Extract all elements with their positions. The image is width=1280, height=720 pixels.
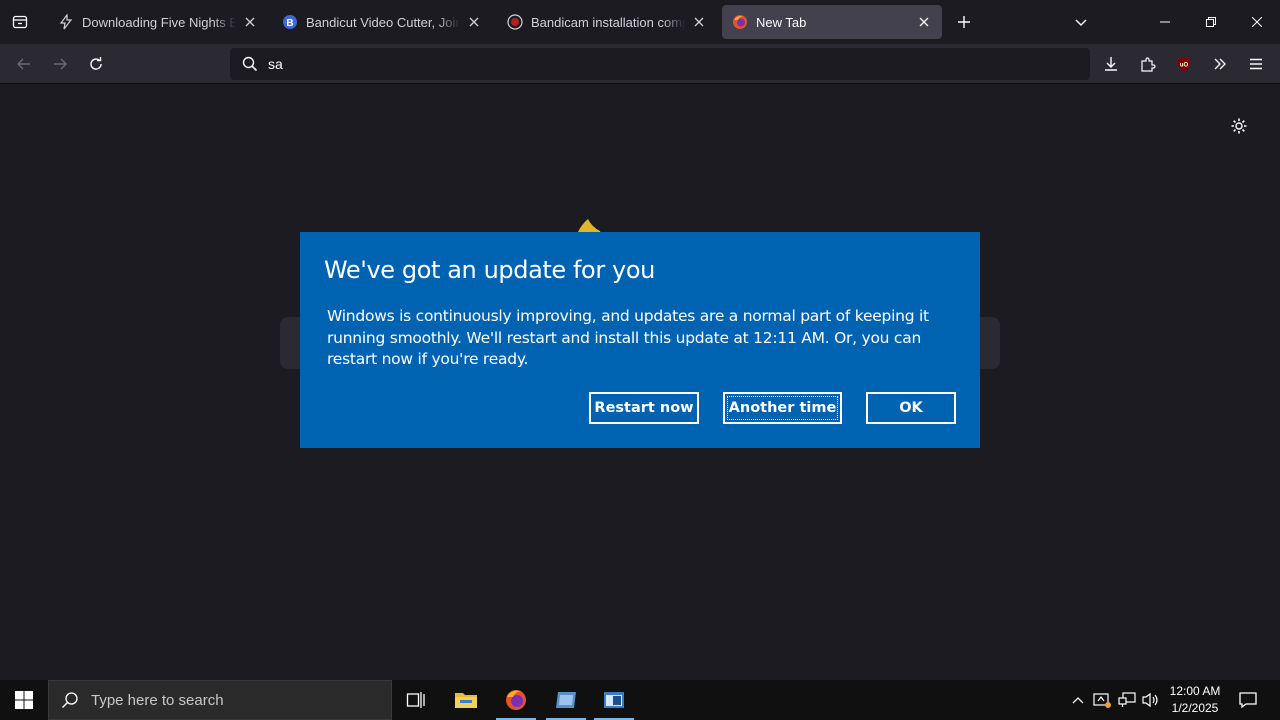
task-view-button[interactable] — [392, 680, 440, 720]
tab-downloading[interactable]: Downloading Five Nights Befor — [48, 5, 268, 39]
firefox-icon — [506, 690, 526, 710]
dialog-message: Windows is continuously improving, and u… — [327, 307, 929, 368]
ok-button[interactable]: OK — [866, 392, 956, 424]
windows-logo-icon — [15, 691, 33, 709]
tab-new-tab[interactable]: New Tab — [722, 5, 942, 39]
taskbar-bandicam[interactable] — [590, 680, 638, 720]
search-icon — [62, 692, 78, 708]
tab-strip: Downloading Five Nights Befor B Bandicut… — [0, 0, 1280, 44]
task-view-icon — [406, 692, 425, 708]
close-tab-icon[interactable] — [242, 14, 258, 30]
taskbar-search-box[interactable]: Type here to search — [48, 680, 392, 720]
windows-update-dialog: We've got an update for you Windows is c… — [300, 232, 980, 448]
lightning-icon — [59, 14, 73, 30]
hamburger-menu-icon — [1250, 58, 1262, 70]
another-time-button[interactable]: Another time — [723, 392, 842, 424]
restore-button[interactable] — [1188, 0, 1234, 44]
close-icon — [1252, 17, 1262, 27]
close-tab-icon[interactable] — [691, 14, 707, 30]
folder-icon — [455, 693, 477, 708]
notification-center-button[interactable] — [1236, 688, 1260, 712]
minimize-icon — [1160, 21, 1170, 23]
firefox-icon — [733, 15, 747, 29]
security-alert-icon — [1093, 693, 1111, 708]
clock-time: 12:00 AM — [1169, 684, 1221, 698]
restore-icon — [1206, 17, 1216, 27]
download-icon — [1105, 57, 1117, 71]
forward-arrow-icon — [54, 58, 67, 70]
svg-text:B: B — [286, 18, 293, 29]
firefox-view-icon — [12, 15, 28, 29]
network-icon — [1118, 692, 1136, 707]
chevron-down-icon — [1075, 19, 1087, 26]
show-hidden-icons-button[interactable] — [1066, 688, 1090, 712]
clock-date: 1/2/2025 — [1171, 701, 1219, 715]
puzzle-icon — [1141, 57, 1156, 72]
tab-title: Downloading Five Nights Befor — [82, 14, 236, 30]
svg-text:uO: uO — [1180, 63, 1189, 69]
ublock-button[interactable]: uO — [1170, 50, 1198, 78]
close-tab-icon[interactable] — [916, 14, 932, 30]
minimize-button[interactable] — [1142, 0, 1188, 44]
taskbar-file-explorer[interactable] — [442, 680, 490, 720]
network-button[interactable] — [1115, 688, 1139, 712]
chevron-up-icon — [1072, 697, 1084, 704]
taskbar-bandicut[interactable] — [542, 680, 590, 720]
dialog-title: We've got an update for you — [324, 256, 655, 284]
restart-now-button[interactable]: Restart now — [589, 392, 699, 424]
newtab-settings-button[interactable] — [1228, 115, 1250, 137]
taskbar-firefox[interactable] — [492, 680, 540, 720]
extensions-button[interactable] — [1134, 50, 1162, 78]
reload-icon — [90, 57, 102, 70]
new-tab-button[interactable] — [952, 10, 976, 34]
firefox-view-button[interactable] — [0, 0, 40, 44]
double-chevron-right-icon — [1214, 58, 1226, 70]
tab-bandicut[interactable]: B Bandicut Video Cutter, Joiner a — [272, 5, 492, 39]
windows-taskbar: Type here to search 12:00 AM 1/2/2025 — [0, 680, 1280, 720]
tab-bandicam[interactable]: Bandicam installation complete — [497, 5, 717, 39]
tab-title: Bandicut Video Cutter, Joiner a — [306, 14, 460, 30]
address-bar[interactable] — [230, 48, 1090, 80]
start-button[interactable] — [0, 680, 48, 720]
close-window-button[interactable] — [1234, 0, 1280, 44]
downloads-button[interactable] — [1097, 50, 1125, 78]
bandicut-icon: B — [283, 15, 297, 29]
video-editor-icon — [556, 692, 576, 708]
notification-icon — [1239, 692, 1257, 709]
search-icon — [242, 56, 258, 72]
app-menu-button[interactable] — [1242, 50, 1270, 78]
url-input[interactable] — [268, 56, 1048, 72]
back-arrow-icon — [17, 58, 30, 70]
speaker-icon — [1142, 692, 1158, 708]
back-button[interactable] — [10, 50, 38, 78]
search-placeholder: Type here to search — [91, 691, 224, 709]
tab-title: Bandicam installation complete — [531, 14, 685, 30]
navigation-toolbar: uO — [0, 44, 1280, 84]
bandicam-icon — [507, 14, 523, 30]
forward-button[interactable] — [46, 50, 74, 78]
list-all-tabs-button[interactable] — [1069, 10, 1093, 34]
ublock-origin-icon: uO — [1178, 57, 1190, 71]
plus-icon — [958, 16, 970, 28]
close-tab-icon[interactable] — [466, 14, 482, 30]
tray-app-icon-button[interactable] — [1090, 688, 1114, 712]
reload-button[interactable] — [82, 50, 110, 78]
gear-icon — [1231, 118, 1247, 134]
tab-title: New Tab — [756, 14, 807, 30]
window-app-icon — [604, 692, 624, 708]
more-tools-button[interactable] — [1206, 50, 1234, 78]
system-clock[interactable]: 12:00 AM 1/2/2025 — [1160, 683, 1230, 717]
